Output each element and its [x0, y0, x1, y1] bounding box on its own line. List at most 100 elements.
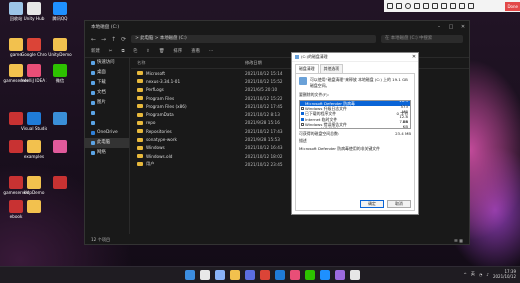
desktop-icon[interactable]: UdpDemo	[21, 176, 47, 195]
command-item[interactable]: 查看	[191, 48, 200, 54]
taskbar-app-icon[interactable]	[290, 270, 300, 280]
file-name-cell: Program Files (x86)	[131, 104, 245, 109]
network-icon[interactable]: ◔	[479, 272, 483, 277]
folder-icon	[137, 129, 143, 134]
close-icon[interactable]: ✕	[457, 24, 469, 30]
back-icon[interactable]: ←	[91, 36, 96, 43]
sidebar-item[interactable]: 文档	[85, 88, 129, 98]
column-name[interactable]: 名称	[131, 60, 245, 66]
taskbar-app-icon[interactable]	[230, 270, 240, 280]
taskbar-app-icon[interactable]	[245, 270, 255, 280]
minimize-icon[interactable]: –	[433, 24, 445, 30]
command-item[interactable]: ⧉	[121, 48, 124, 54]
desktop-icon[interactable]: IntelliJ IDEA 2021.2	[21, 64, 47, 83]
taskbar-app-icon[interactable]	[350, 270, 360, 280]
taskbar-app-icon[interactable]	[320, 270, 330, 280]
command-item[interactable]: 排序	[173, 48, 182, 54]
sidebar-item-label: 快速访问	[97, 60, 115, 65]
sidebar-item[interactable]: 网络	[85, 148, 129, 158]
desktop-icon[interactable]	[21, 200, 47, 214]
taskbar-app-icon[interactable]	[305, 270, 315, 280]
desktop-icon[interactable]	[47, 176, 73, 190]
sidebar-item-label: 网络	[97, 150, 106, 155]
sidebar-item[interactable]: 快速访问	[85, 58, 129, 68]
file-name: repo	[146, 120, 156, 126]
description-group: 描述 Microsoft Defender 防病毒使用的非关键文件	[299, 138, 411, 151]
desktop-icon[interactable]: Unity Hub	[21, 2, 47, 21]
desktop-icon[interactable]	[47, 112, 73, 126]
taskbar-app-icon[interactable]	[200, 270, 210, 280]
list-label: 要删除的文件(F):	[299, 92, 329, 97]
rectangle-icon[interactable]	[396, 3, 402, 9]
taskbar-app-icon[interactable]	[260, 270, 270, 280]
desktop-icon[interactable]: 微信	[47, 64, 73, 83]
file-name: sonatype-work	[146, 137, 177, 143]
mosaic-icon[interactable]	[441, 3, 447, 9]
language-indicator[interactable]: 英	[471, 271, 475, 277]
view-toggle-icon[interactable]: ☰ ▦	[454, 238, 463, 243]
search-input[interactable]: 在 本地磁盘 (C:) 中搜索	[381, 35, 463, 43]
close-icon[interactable]	[468, 3, 474, 9]
desktop-icon[interactable]: examples	[21, 140, 47, 159]
ellipse-icon[interactable]	[405, 3, 411, 9]
desktop-icon-label: 微信	[55, 78, 65, 83]
text-icon[interactable]	[432, 3, 438, 9]
files-to-delete-list[interactable]: Microsoft Defender 防病毒 20.3 MB Windows 升级日…	[299, 100, 411, 129]
cancel-button[interactable]: 取消	[387, 200, 411, 208]
ok-button[interactable]: 确定	[360, 200, 384, 208]
taskbar-app-icon[interactable]	[275, 270, 285, 280]
undo-icon[interactable]	[450, 3, 456, 9]
file-name: ProgramData	[146, 112, 174, 118]
checkbox[interactable]	[301, 107, 304, 111]
desktop-icon[interactable]: 腾讯QQ	[47, 2, 73, 21]
refresh-icon[interactable]: ⟳	[121, 36, 126, 43]
sidebar-item[interactable]: 桌面	[85, 68, 129, 78]
save-icon[interactable]	[459, 3, 465, 9]
pen-icon[interactable]	[423, 3, 429, 9]
command-item[interactable]: ⇪	[146, 49, 150, 54]
close-icon[interactable]: ✕	[410, 54, 418, 60]
sidebar-item[interactable]: 此电脑	[85, 138, 129, 148]
pin-icon[interactable]	[387, 3, 393, 9]
volume-icon[interactable]: ♪	[486, 272, 489, 277]
done-button[interactable]: Done	[505, 1, 520, 11]
command-item[interactable]: ✂	[109, 49, 113, 54]
checkbox[interactable]	[301, 102, 304, 106]
command-item[interactable]: ⎘	[134, 48, 138, 54]
sidebar-item-label: 下载	[97, 80, 106, 85]
dialog-tab[interactable]: 磁盘清理	[295, 64, 319, 73]
file-name: PerfLogs	[146, 87, 164, 93]
desktop-icon[interactable]: UnityDemo	[47, 38, 73, 57]
taskbar-app-icon[interactable]	[185, 270, 195, 280]
taskbar-app-icon[interactable]	[335, 270, 345, 280]
sidebar-item[interactable]	[85, 108, 129, 118]
list-item[interactable]: DirectX 着色器缓存290 KB	[300, 127, 410, 129]
dialog-tab[interactable]: 其他选项	[319, 64, 344, 73]
checkbox[interactable]	[301, 112, 304, 116]
file-name-cell: sonatype-work	[131, 137, 245, 142]
sidebar-item[interactable]	[85, 118, 129, 128]
command-item[interactable]: 🗑	[159, 49, 165, 54]
checkbox[interactable]	[301, 128, 304, 129]
desktop-icon[interactable]: Google Chrome	[21, 38, 47, 57]
sidebar-item[interactable]: 下载	[85, 78, 129, 88]
checkbox[interactable]	[301, 122, 304, 126]
chevron-up-icon[interactable]: ^	[464, 272, 467, 277]
desktop-icon[interactable]	[47, 140, 73, 154]
desktop-icon-label: Unity Hub	[23, 16, 45, 21]
desktop-icon[interactable]: Visual Studio Code	[21, 112, 47, 131]
command-item[interactable]: ···	[209, 49, 213, 54]
sidebar-item[interactable]: OneDrive	[85, 128, 129, 138]
arrow-icon[interactable]	[414, 3, 420, 9]
desktop-icon-label: IntelliJ IDEA 2021.2	[21, 78, 47, 83]
taskbar-app-icon[interactable]	[215, 270, 225, 280]
forward-icon[interactable]: →	[101, 36, 106, 43]
up-icon[interactable]: ↑	[111, 36, 116, 43]
maximize-icon[interactable]: □	[445, 24, 457, 30]
sidebar-item[interactable]: 图片	[85, 98, 129, 108]
checkbox[interactable]	[301, 117, 304, 121]
app-icon	[53, 176, 67, 189]
clock[interactable]: 17:39 2021/10/12	[493, 269, 516, 279]
command-item[interactable]: 新建	[91, 48, 100, 54]
address-input[interactable]: > 此电脑 > 本地磁盘 (C:)	[131, 35, 376, 43]
